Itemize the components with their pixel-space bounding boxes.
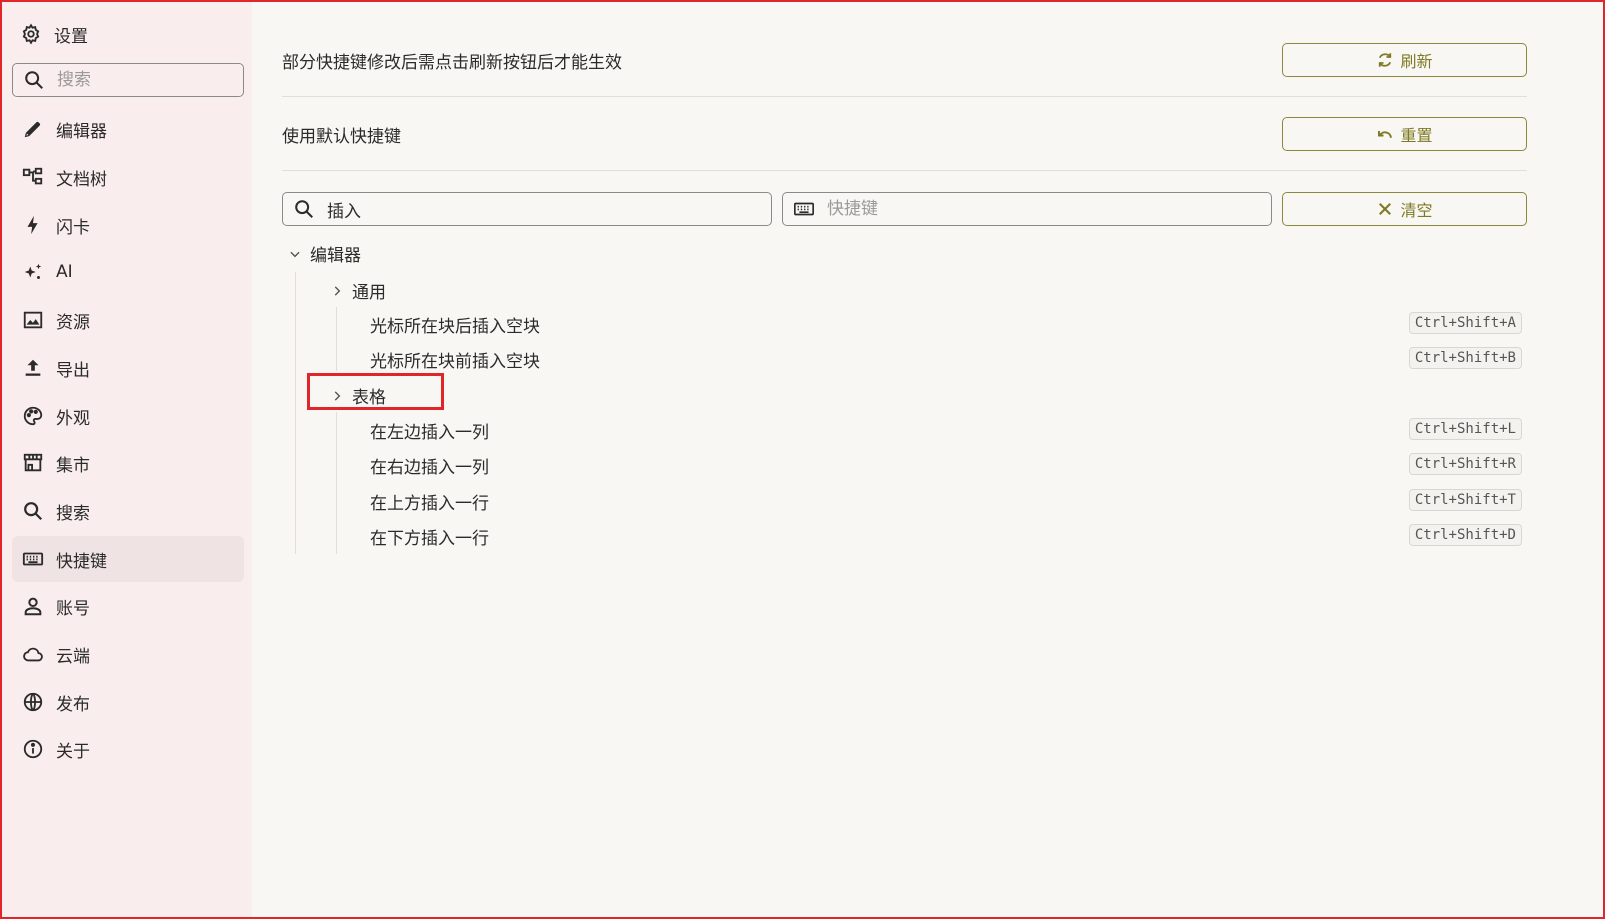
sidebar-search-input[interactable] xyxy=(55,69,229,91)
search-icon xyxy=(22,500,44,522)
sidebar-item-label: 账号 xyxy=(56,598,90,619)
sidebar-item-label: 外观 xyxy=(56,408,90,429)
keyboard-icon xyxy=(22,548,44,570)
image-icon xyxy=(22,309,44,331)
pencil-icon xyxy=(22,118,44,140)
settings-sidebar: 设置 编辑器 文档树 闪卡 AI 资源 导出 外观 集市 搜索 xyxy=(2,2,252,917)
refresh-icon xyxy=(1376,51,1394,69)
keymap-item-label: 在上方插入一行 xyxy=(370,494,489,514)
reset-button-label: 重置 xyxy=(1400,126,1433,145)
sidebar-item-label: 关于 xyxy=(56,741,90,762)
keymap-item-label: 在下方插入一行 xyxy=(370,529,489,549)
lightning-icon xyxy=(22,214,44,236)
sidebar-item-label: 编辑器 xyxy=(56,121,107,142)
sidebar-item-doctree[interactable]: 文档树 xyxy=(12,154,244,200)
tree-node-label: 通用 xyxy=(352,283,386,303)
divider xyxy=(282,96,1527,97)
keymap-keys-input[interactable] xyxy=(825,198,1249,220)
chevron-right-icon xyxy=(330,284,344,298)
sidebar-item-label: 发布 xyxy=(56,694,90,715)
tree-guide-line xyxy=(336,412,337,554)
palette-icon xyxy=(22,405,44,427)
tree-guide-line xyxy=(336,307,337,371)
cloud-icon xyxy=(22,643,44,665)
keyboard-icon xyxy=(793,198,815,220)
tree-node-editor[interactable]: 编辑器 xyxy=(288,241,361,266)
sidebar-item-export[interactable]: 导出 xyxy=(12,345,244,391)
tree-node-label: 表格 xyxy=(352,388,386,408)
reset-button[interactable]: 重置 xyxy=(1282,117,1527,151)
sidebar-search[interactable] xyxy=(12,63,244,97)
refresh-hint: 部分快捷键修改后需点击刷新按钮后才能生效 xyxy=(282,53,622,73)
refresh-button-label: 刷新 xyxy=(1400,52,1433,71)
sparkle-icon xyxy=(22,261,44,283)
clear-button-label: 清空 xyxy=(1400,201,1433,220)
gear-icon xyxy=(20,23,42,45)
keymap-item-label: 光标所在块前插入空块 xyxy=(370,352,540,372)
settings-main: 部分快捷键修改后需点击刷新按钮后才能生效 刷新 使用默认快捷键 重置 清空 xyxy=(252,2,1603,917)
keymap-item-label: 在右边插入一列 xyxy=(370,458,489,478)
keymap-item-label: 在左边插入一列 xyxy=(370,423,489,443)
upload-icon xyxy=(22,357,44,379)
store-icon xyxy=(22,452,44,474)
keymap-search[interactable] xyxy=(282,192,772,226)
user-icon xyxy=(22,595,44,617)
sidebar-item-label: 闪卡 xyxy=(56,217,90,238)
info-icon xyxy=(22,738,44,760)
divider xyxy=(282,170,1527,171)
tree-node-label: 编辑器 xyxy=(310,246,361,266)
sidebar-item-label: 导出 xyxy=(56,360,90,381)
keymap-item-label: 光标所在块后插入空块 xyxy=(370,317,540,337)
keymap-shortcut[interactable]: Ctrl+Shift+L xyxy=(1408,418,1522,440)
sidebar-item-flashcard[interactable]: 闪卡 xyxy=(12,202,244,248)
search-icon xyxy=(23,69,45,91)
keymap-shortcut[interactable]: Ctrl+Shift+A xyxy=(1408,312,1522,334)
sidebar-item-keymap[interactable]: 快捷键 xyxy=(12,536,244,582)
clear-button[interactable]: 清空 xyxy=(1282,192,1527,226)
sidebar-item-account[interactable]: 账号 xyxy=(12,583,244,629)
keymap-shortcut[interactable]: Ctrl+Shift+T xyxy=(1408,489,1522,511)
tree-node-table[interactable]: 表格 xyxy=(330,383,386,408)
keymap-keys-filter[interactable] xyxy=(782,192,1272,226)
undo-icon xyxy=(1376,125,1394,143)
sidebar-item-appearance[interactable]: 外观 xyxy=(12,393,244,439)
sidebar-item-editor[interactable]: 编辑器 xyxy=(12,106,244,152)
sidebar-item-label: 快捷键 xyxy=(56,551,107,572)
keymap-search-input[interactable] xyxy=(325,198,749,220)
tree-node-general[interactable]: 通用 xyxy=(330,278,386,303)
settings-title-label: 设置 xyxy=(54,26,88,47)
chevron-down-icon xyxy=(288,247,302,261)
sidebar-item-label: AI xyxy=(56,262,73,282)
sidebar-item-cloud[interactable]: 云端 xyxy=(12,631,244,677)
sidebar-item-ai[interactable]: AI xyxy=(12,249,244,295)
sidebar-item-label: 云端 xyxy=(56,646,90,667)
sidebar-item-label: 资源 xyxy=(56,312,90,333)
refresh-button[interactable]: 刷新 xyxy=(1282,43,1527,77)
chevron-right-icon xyxy=(330,389,344,403)
tree-icon xyxy=(22,166,44,188)
sidebar-item-assets[interactable]: 资源 xyxy=(12,297,244,343)
sidebar-item-label: 集市 xyxy=(56,455,90,476)
search-icon xyxy=(293,198,315,220)
sidebar-item-about[interactable]: 关于 xyxy=(12,726,244,772)
tree-guide-line xyxy=(295,272,296,554)
keymap-shortcut[interactable]: Ctrl+Shift+D xyxy=(1408,524,1522,546)
sidebar-item-search[interactable]: 搜索 xyxy=(12,488,244,534)
sidebar-item-publish[interactable]: 发布 xyxy=(12,679,244,725)
settings-title: 设置 xyxy=(20,20,88,48)
sidebar-item-bazaar[interactable]: 集市 xyxy=(12,440,244,486)
globe-icon xyxy=(22,691,44,713)
reset-hint: 使用默认快捷键 xyxy=(282,127,401,147)
keymap-shortcut[interactable]: Ctrl+Shift+B xyxy=(1408,347,1522,369)
sidebar-item-label: 文档树 xyxy=(56,169,107,190)
keymap-shortcut[interactable]: Ctrl+Shift+R xyxy=(1408,453,1522,475)
close-icon xyxy=(1376,200,1394,218)
sidebar-item-label: 搜索 xyxy=(56,503,90,524)
